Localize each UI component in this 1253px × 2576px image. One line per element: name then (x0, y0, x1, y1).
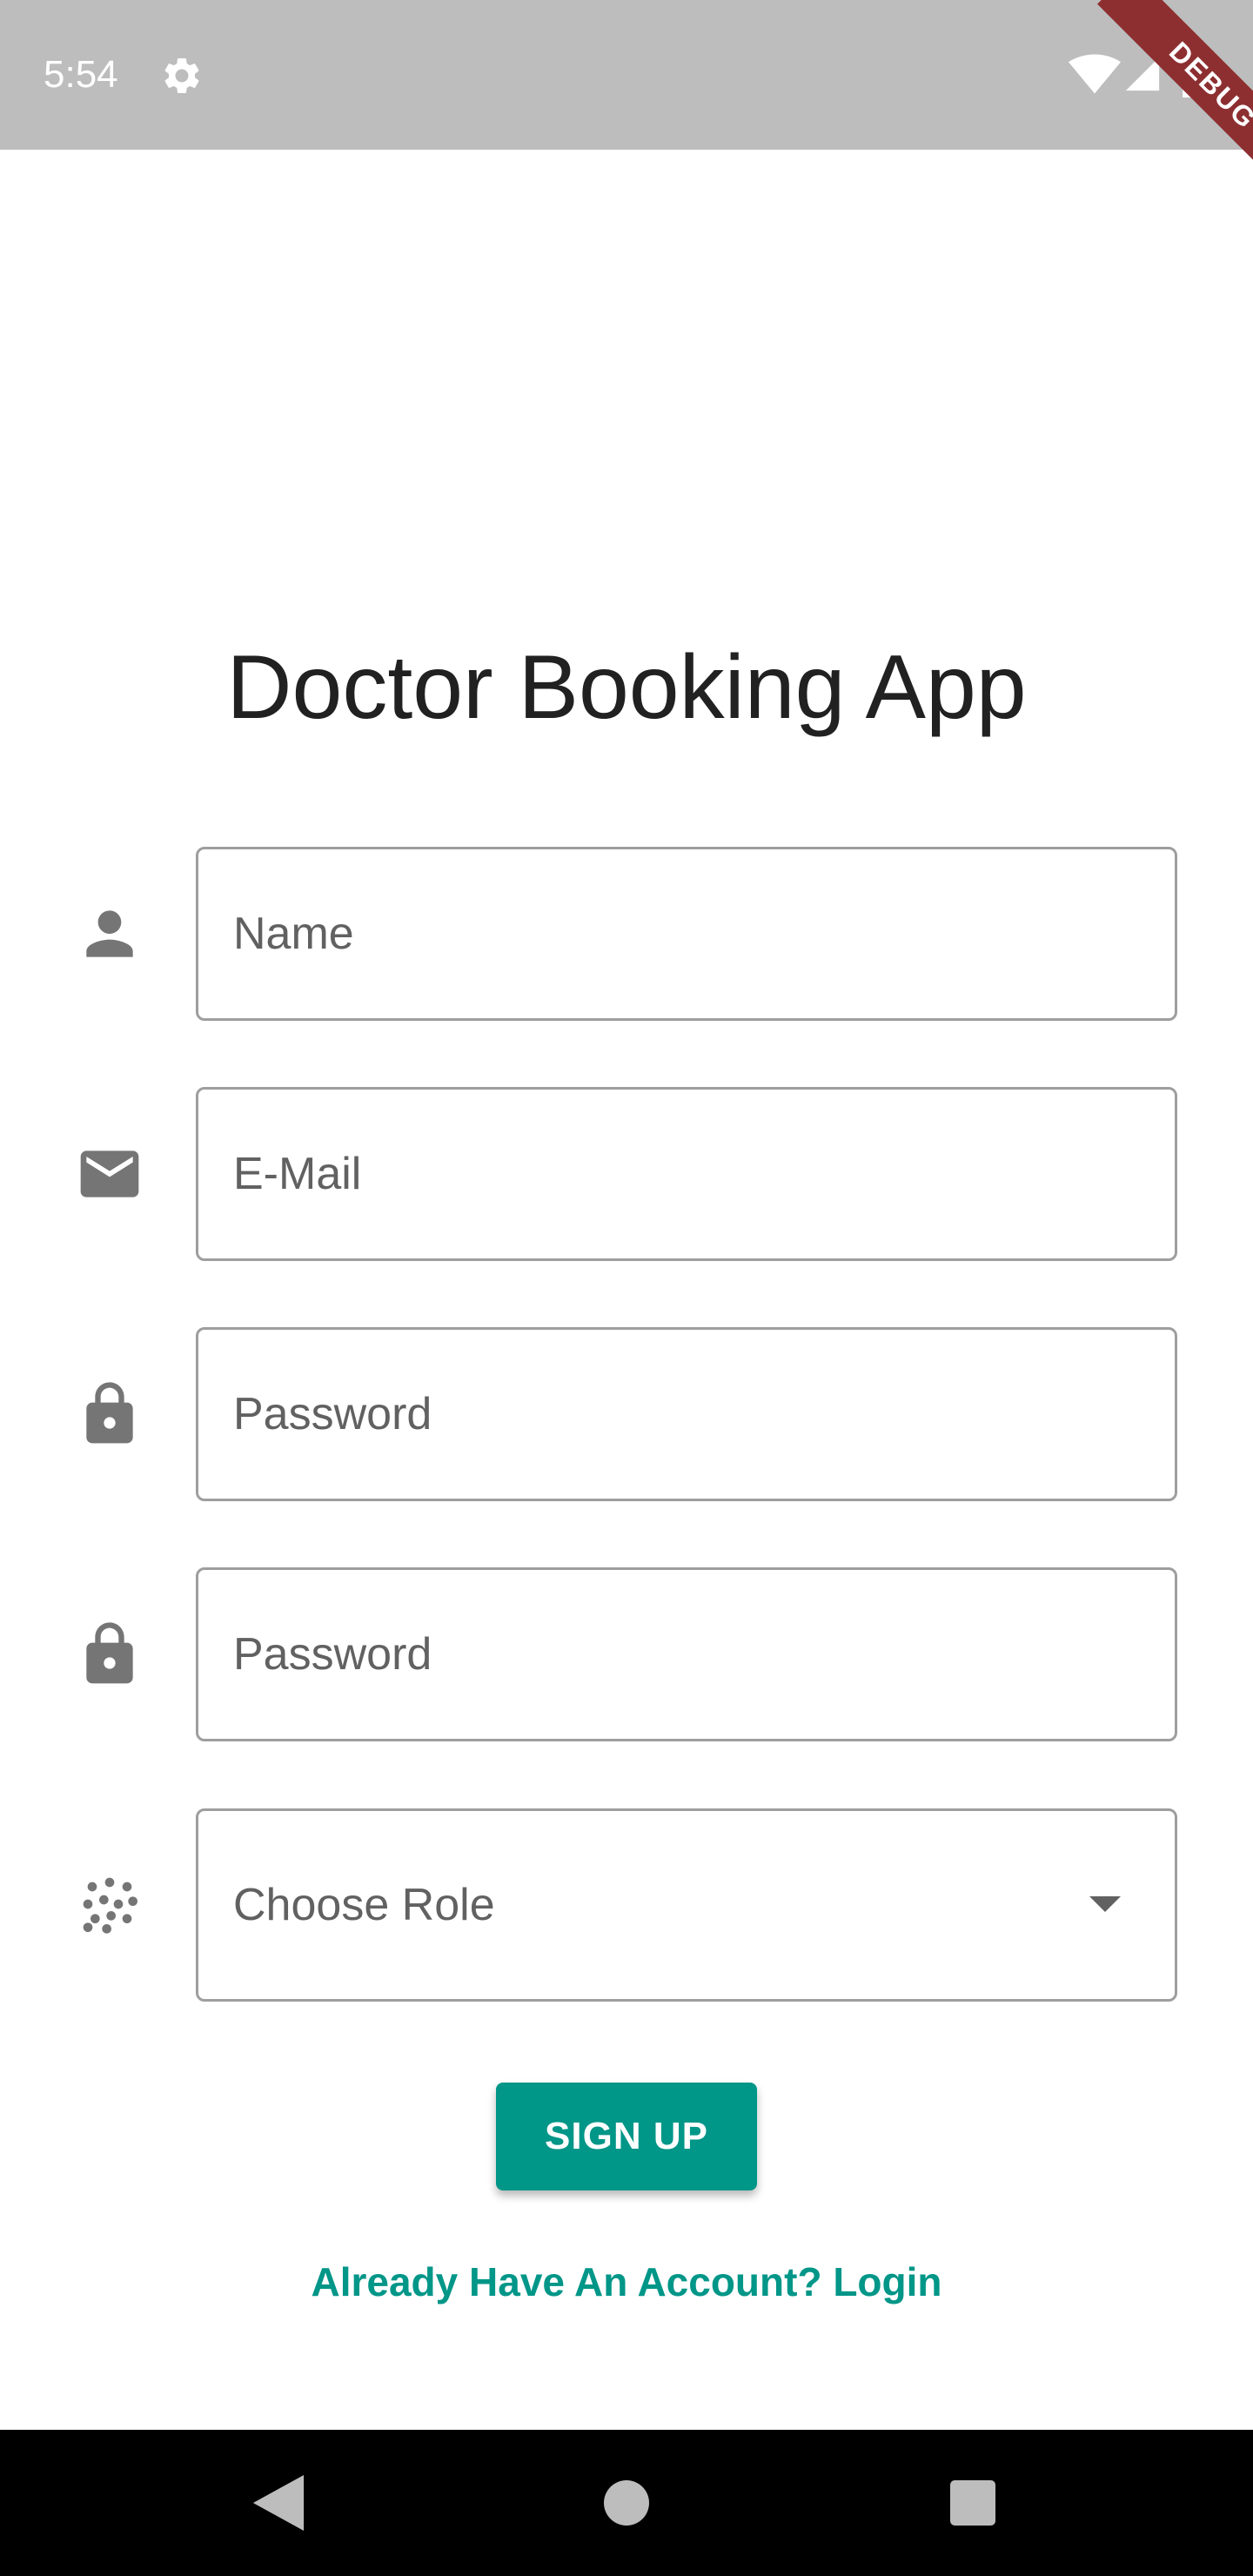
back-icon[interactable] (252, 2475, 305, 2531)
name-field-placeholder: Name (233, 909, 354, 959)
signup-button[interactable]: SIGN UP (496, 2083, 757, 2190)
chevron-down-icon[interactable] (1089, 1896, 1121, 1912)
login-link[interactable]: Already Have An Account? Login (0, 2256, 1253, 2308)
recents-icon[interactable] (950, 2480, 995, 2526)
confirm-password-field-placeholder: Password (233, 1629, 432, 1680)
password-field[interactable]: Password (196, 1327, 1177, 1501)
email-field-placeholder: E-Mail (233, 1149, 362, 1199)
password-field-placeholder: Password (233, 1389, 432, 1439)
status-time: 5:54 (44, 53, 118, 96)
email-field[interactable]: E-Mail (196, 1087, 1177, 1261)
home-icon[interactable] (604, 2480, 649, 2526)
name-field[interactable]: Name (196, 847, 1177, 1021)
role-dropdown-placeholder: Choose Role (233, 1880, 495, 1930)
lock-icon (86, 1622, 133, 1684)
mail-icon (80, 1150, 139, 1197)
settings-icon (164, 57, 199, 93)
confirm-password-field[interactable]: Password (196, 1567, 1177, 1741)
person-icon (86, 910, 133, 957)
debug-banner-wrap: DEBUG (992, 0, 1253, 261)
lock-icon (86, 1382, 133, 1444)
dots-grid-icon (83, 1877, 137, 1934)
page-title: Doctor Booking App (226, 637, 1027, 738)
nav-bar (0, 2430, 1253, 2576)
role-dropdown[interactable]: Choose Role (196, 1808, 1177, 2002)
debug-banner: DEBUG (1097, 0, 1253, 201)
